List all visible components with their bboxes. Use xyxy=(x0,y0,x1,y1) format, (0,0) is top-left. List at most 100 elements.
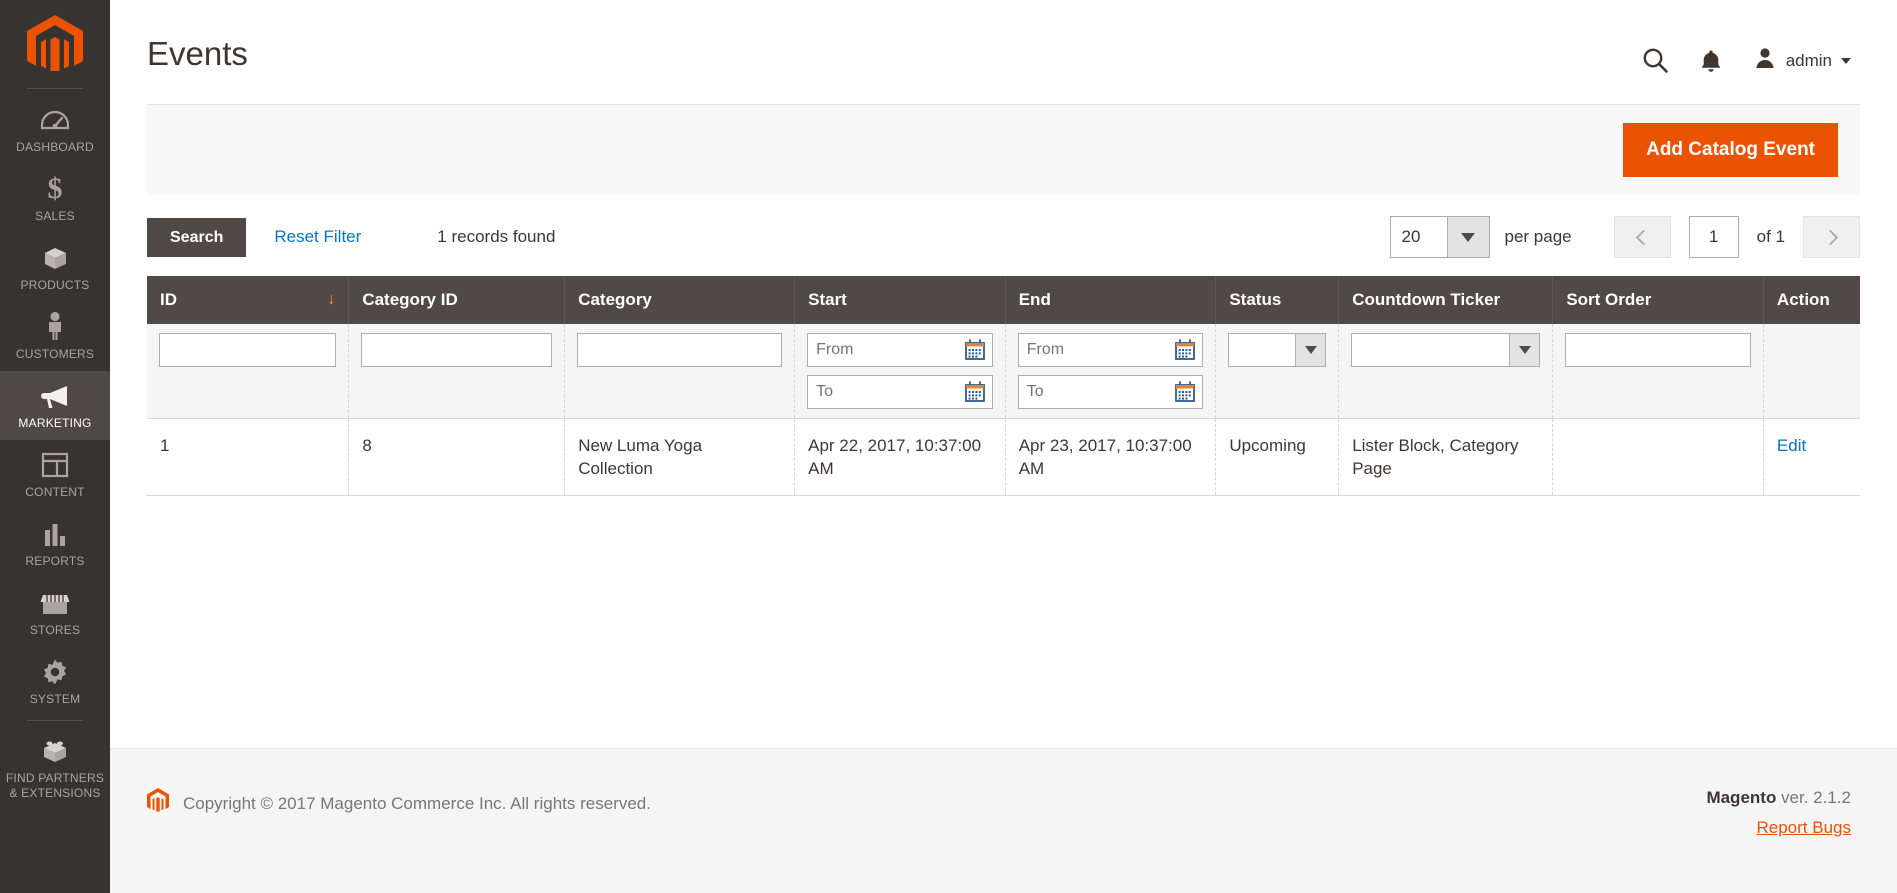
cell-action: Edit xyxy=(1763,418,1860,496)
filter-cell-status xyxy=(1215,324,1340,419)
sidebar-item-dashboard[interactable]: DASHBOARD xyxy=(0,95,110,164)
sort-desc-icon: ↓ xyxy=(327,291,336,308)
grid-body: 1 8 New Luma Yoga Collection Apr 22, 201… xyxy=(147,418,1860,496)
grid-header: ID ↓ Category ID Category Start End Stat… xyxy=(147,276,1860,324)
page-actions-bar: Add Catalog Event xyxy=(147,104,1860,195)
sidebar-item-label: SYSTEM xyxy=(29,692,81,706)
sidebar-item-content[interactable]: CONTENT xyxy=(0,440,110,509)
sidebar-item-customers[interactable]: CUSTOMERS xyxy=(0,302,110,371)
filter-sort-order-input[interactable] xyxy=(1565,333,1751,367)
chevron-down-icon[interactable] xyxy=(1446,217,1489,257)
sidebar-item-find-partners-extensions[interactable]: FIND PARTNERS & EXTENSIONS xyxy=(0,727,110,810)
calendar-icon[interactable] xyxy=(964,381,986,408)
next-page-button[interactable] xyxy=(1803,216,1860,258)
cell-status: Upcoming xyxy=(1215,418,1340,496)
column-header-category[interactable]: Category xyxy=(564,276,796,324)
cell-start: Apr 22, 2017, 10:37:00 AM xyxy=(794,418,1006,496)
chevron-down-icon xyxy=(1841,57,1851,64)
per-page-select[interactable]: 20 xyxy=(1389,216,1490,258)
dollar-icon: $ xyxy=(44,173,66,203)
user-avatar-icon xyxy=(1753,46,1777,75)
column-header-id[interactable]: ID ↓ xyxy=(147,276,350,324)
megaphone-icon xyxy=(39,380,71,410)
search-icon[interactable] xyxy=(1642,47,1669,74)
edit-link[interactable]: Edit xyxy=(1777,436,1806,455)
page-footer: Copyright © 2017 Magento Commerce Inc. A… xyxy=(110,748,1897,893)
filter-countdown-ticker-select[interactable] xyxy=(1351,333,1541,367)
header-actions: admin xyxy=(1642,34,1851,75)
layout-icon xyxy=(41,449,69,479)
filter-category-input[interactable] xyxy=(577,333,783,367)
gear-icon xyxy=(41,656,69,686)
sidebar-item-label: DASHBOARD xyxy=(16,140,94,154)
cell-sort-order xyxy=(1552,418,1764,496)
reset-filter-link[interactable]: Reset Filter xyxy=(274,227,361,247)
filter-start-to-field xyxy=(807,375,993,409)
records-found-count: 1 records found xyxy=(437,227,556,246)
filter-cell-end xyxy=(1005,324,1217,419)
filter-cell-category xyxy=(564,324,796,419)
cell-category-id: 8 xyxy=(348,418,566,496)
copyright-block: Copyright © 2017 Magento Commerce Inc. A… xyxy=(147,788,651,819)
calendar-icon[interactable] xyxy=(964,339,986,366)
sidebar-item-marketing[interactable]: MARKETING xyxy=(0,371,110,440)
report-bugs-link[interactable]: Report Bugs xyxy=(1757,818,1852,838)
magento-footer-logo xyxy=(147,788,169,819)
search-button[interactable]: Search xyxy=(147,217,247,257)
pager: 20 per page of 1 xyxy=(1389,216,1860,258)
calendar-icon[interactable] xyxy=(1174,381,1196,408)
filter-start-from-field xyxy=(807,333,993,367)
chevron-down-icon[interactable] xyxy=(1509,334,1540,366)
sidebar-item-stores[interactable]: STORES xyxy=(0,578,110,647)
magento-logo[interactable] xyxy=(0,8,110,84)
column-header-countdown-ticker[interactable]: Countdown Ticker xyxy=(1338,276,1554,324)
grid-filter-body xyxy=(147,324,1860,419)
filter-cell-id xyxy=(147,324,350,419)
column-header-category-id[interactable]: Category ID xyxy=(348,276,566,324)
chevron-down-icon[interactable] xyxy=(1295,334,1326,366)
sidebar-item-sales[interactable]: $ SALES xyxy=(0,164,110,233)
bar-chart-icon xyxy=(42,518,68,548)
column-header-start[interactable]: Start xyxy=(794,276,1006,324)
filter-end-to-field xyxy=(1017,375,1204,409)
filter-status-value xyxy=(1229,334,1295,366)
filter-cell-start xyxy=(794,324,1006,419)
user-menu[interactable]: admin xyxy=(1753,46,1851,75)
filter-cell-action xyxy=(1763,324,1860,419)
calendar-icon[interactable] xyxy=(1174,339,1196,366)
main-sidebar: DASHBOARD $ SALES PRODUCTS CUSTOMERS MAR… xyxy=(0,0,110,893)
sidebar-divider-bottom xyxy=(27,720,83,721)
table-row[interactable]: 1 8 New Luma Yoga Collection Apr 22, 201… xyxy=(147,418,1860,496)
grid-toolbar: Search Reset Filter 1 records found 20 p… xyxy=(147,195,1860,276)
column-header-status[interactable]: Status xyxy=(1215,276,1340,324)
page-title: Events xyxy=(147,35,248,72)
filter-id-input[interactable] xyxy=(159,333,337,367)
filter-category-id-input[interactable] xyxy=(361,333,553,367)
cell-end: Apr 23, 2017, 10:37:00 AM xyxy=(1005,418,1217,496)
brand-name: Magento xyxy=(1706,788,1777,807)
previous-page-button[interactable] xyxy=(1613,216,1671,258)
page-number-input[interactable] xyxy=(1688,216,1739,258)
column-header-end[interactable]: End xyxy=(1005,276,1217,324)
filter-status-select[interactable] xyxy=(1228,333,1327,367)
content-area: Add Catalog Event Search Reset Filter 1 … xyxy=(110,104,1897,692)
filter-end-from-field xyxy=(1017,333,1204,367)
sidebar-item-products[interactable]: PRODUCTS xyxy=(0,233,110,302)
person-icon xyxy=(44,311,66,341)
add-catalog-event-button[interactable]: Add Catalog Event xyxy=(1623,123,1838,177)
sidebar-item-label: SALES xyxy=(35,209,75,223)
bell-icon[interactable] xyxy=(1699,48,1723,74)
per-page-value: 20 xyxy=(1390,217,1447,257)
sidebar-item-system[interactable]: SYSTEM xyxy=(0,647,110,716)
per-page-label: per page xyxy=(1504,227,1572,246)
column-header-sort-order[interactable]: Sort Order xyxy=(1552,276,1764,324)
cell-countdown-ticker: Lister Block, Category Page xyxy=(1338,418,1554,496)
sidebar-item-reports[interactable]: REPORTS xyxy=(0,509,110,578)
dashboard-icon xyxy=(40,104,70,134)
storefront-icon xyxy=(40,587,70,617)
grid-filter-row xyxy=(147,324,1860,419)
version-number: ver. 2.1.2 xyxy=(1776,788,1851,807)
version-text: Magento ver. 2.1.2 xyxy=(1706,788,1851,808)
page-header: Events admin xyxy=(110,0,1897,104)
footer-version-block: Magento ver. 2.1.2 Report Bugs xyxy=(1706,788,1851,838)
